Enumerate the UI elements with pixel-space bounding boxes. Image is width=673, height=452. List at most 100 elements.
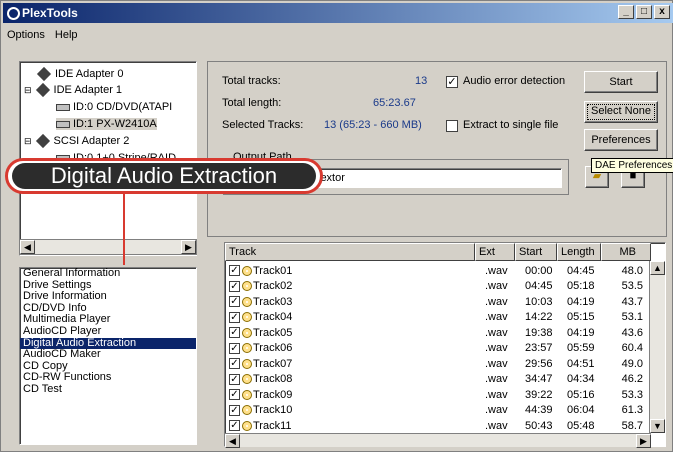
track-ext: .wav (485, 342, 508, 354)
track-length: 05:15 (567, 311, 595, 323)
track-mb: 48.0 (621, 264, 643, 277)
column-track[interactable]: Track (225, 243, 475, 261)
track-row[interactable]: ✓ Track10 .wav 44:39 06:04 61.3 (225, 403, 643, 418)
maximize-button[interactable]: □ (636, 5, 652, 19)
track-row[interactable]: ✓ Track04 .wav 14:22 05:15 53.1 (225, 310, 643, 325)
track-length: 04:34 (567, 373, 595, 385)
audio-track-icon (242, 312, 252, 322)
plextools-window: PlexTools _ □ x Options Help IDE Adapter… (0, 0, 673, 452)
track-length: 05:59 (567, 342, 595, 354)
track-length: 05:48 (567, 419, 595, 432)
column-ext[interactable]: Ext (475, 243, 515, 261)
list-item-general-information[interactable]: General Information (20, 267, 196, 280)
minimize-button[interactable]: _ (618, 5, 634, 19)
collapse-icon[interactable]: ⊟ (24, 85, 32, 96)
track-length: 05:18 (567, 280, 595, 292)
track-row[interactable]: ✓ Track05 .wav 19:38 04:19 43.6 (225, 325, 643, 340)
track-name: Track09 (253, 388, 293, 401)
track-checkbox[interactable]: ✓ (229, 327, 240, 338)
track-mb: 43.6 (621, 326, 643, 339)
track-start: 44:39 (525, 404, 553, 416)
select-none-button[interactable]: Select None (584, 101, 658, 123)
start-button[interactable]: Start (584, 71, 658, 93)
callout-label: Digital Audio Extraction (5, 158, 323, 194)
menu-options[interactable]: Options (7, 29, 45, 41)
track-row[interactable]: ✓ Track08 .wav 34:47 04:34 46.2 (225, 372, 643, 387)
selected-tracks-label: Selected Tracks: (222, 119, 304, 131)
track-checkbox[interactable]: ✓ (229, 389, 240, 400)
track-row[interactable]: ✓ Track06 .wav 23:57 05:59 60.4 (225, 341, 643, 356)
column-start[interactable]: Start (515, 243, 557, 261)
track-scroll-left-button[interactable]: ◀ (225, 434, 240, 448)
track-checkbox[interactable]: ✓ (229, 265, 240, 276)
track-length: 04:51 (567, 357, 595, 370)
scroll-right-button[interactable]: ▶ (181, 240, 196, 254)
menu-help[interactable]: Help (55, 29, 78, 41)
list-item-audiocd-maker[interactable]: AudioCD Maker (20, 349, 196, 361)
title-bar: PlexTools _ □ x (3, 3, 673, 23)
track-start: 23:57 (525, 342, 553, 354)
track-vertical-scrollbar[interactable]: ▲ ▼ (649, 261, 665, 433)
audio-track-icon (242, 420, 252, 431)
feature-list[interactable]: General Information Drive Settings Drive… (19, 267, 197, 445)
track-checkbox[interactable]: ✓ (229, 311, 240, 323)
scroll-up-button[interactable]: ▲ (650, 261, 665, 275)
track-row[interactable]: ✓ Track11 .wav 50:43 05:48 58.7 (225, 418, 643, 433)
track-row[interactable]: ✓ Track09 .wav 39:22 05:16 53.3 (225, 387, 643, 402)
track-checkbox[interactable]: ✓ (229, 280, 240, 292)
track-ext: .wav (485, 404, 508, 416)
track-start: 50:43 (525, 419, 553, 432)
collapse-icon[interactable]: ⊟ (24, 136, 32, 147)
track-name: Track02 (253, 280, 293, 292)
tree-item-drive-pxw2410a[interactable]: ID:1 PX-W2410A (56, 118, 157, 130)
track-ext: .wav (485, 295, 508, 308)
track-mb: 53.3 (621, 388, 643, 401)
total-length-label: Total length: (222, 97, 282, 109)
tree-item-ide-adapter-1[interactable]: ⊟ IDE Adapter 1 (24, 82, 122, 98)
output-path-input[interactable]: lextor (313, 168, 562, 188)
track-row[interactable]: ✓ Track01 .wav 00:00 04:45 48.0 (225, 263, 643, 278)
track-ext: .wav (485, 357, 508, 370)
audio-track-icon (242, 343, 252, 353)
track-list[interactable]: Track Ext Start Length MB ✓ Track01 .wav 00… (224, 242, 666, 448)
track-checkbox[interactable]: ✓ (229, 420, 240, 431)
close-button[interactable]: x (654, 5, 670, 19)
scroll-left-button[interactable]: ◀ (20, 240, 35, 254)
track-scroll-right-button[interactable]: ▶ (636, 434, 651, 448)
track-checkbox[interactable]: ✓ (229, 404, 240, 416)
column-length[interactable]: Length (557, 243, 601, 261)
preferences-button[interactable]: Preferences (584, 129, 658, 151)
scroll-down-button[interactable]: ▼ (650, 419, 665, 433)
extract-single-file-label: Extract to single file (463, 119, 559, 131)
extract-single-file-checkbox[interactable] (446, 120, 458, 132)
track-row[interactable]: ✓ Track02 .wav 04:45 05:18 53.5 (225, 279, 643, 294)
audio-track-icon (242, 374, 252, 384)
audio-error-detection-label: Audio error detection (463, 75, 566, 87)
tree-item-ide-adapter-0[interactable]: IDE Adapter 0 (36, 66, 124, 82)
track-checkbox[interactable]: ✓ (229, 296, 240, 307)
track-name: Track11 (253, 419, 292, 432)
track-ext: .wav (485, 373, 508, 385)
track-name: Track01 (253, 264, 293, 277)
audio-track-icon (242, 405, 252, 415)
audio-error-detection-checkbox[interactable]: ✓ (446, 76, 458, 88)
track-row[interactable]: ✓ Track03 .wav 10:03 04:19 43.7 (225, 294, 643, 309)
track-checkbox[interactable]: ✓ (229, 358, 240, 369)
tree-item-scsi-adapter-2[interactable]: ⊟ SCSI Adapter 2 (24, 133, 129, 149)
track-checkbox[interactable]: ✓ (229, 342, 240, 354)
track-row[interactable]: ✓ Track07 .wav 29:56 04:51 49.0 (225, 356, 643, 371)
list-item-audiocd-player[interactable]: AudioCD Player (20, 325, 196, 338)
audio-track-icon (242, 281, 252, 291)
tree-item-drive-cddvd[interactable]: ID:0 CD/DVD(ATAPI (56, 101, 172, 113)
audio-track-icon (242, 296, 252, 307)
tree-horizontal-scrollbar[interactable]: ◀ ▶ (19, 239, 197, 255)
total-length-value: 65:23.67 (373, 97, 416, 109)
column-mb[interactable]: MB (601, 243, 651, 261)
menu-bar: Options Help (3, 25, 78, 45)
track-start: 04:45 (525, 280, 553, 292)
track-horizontal-scrollbar[interactable]: ◀ ▶ (225, 433, 651, 448)
track-ext: .wav (485, 280, 508, 292)
list-item-cd-test[interactable]: CD Test (20, 383, 196, 396)
total-tracks-label: Total tracks: (222, 75, 281, 87)
track-checkbox[interactable]: ✓ (229, 373, 240, 385)
